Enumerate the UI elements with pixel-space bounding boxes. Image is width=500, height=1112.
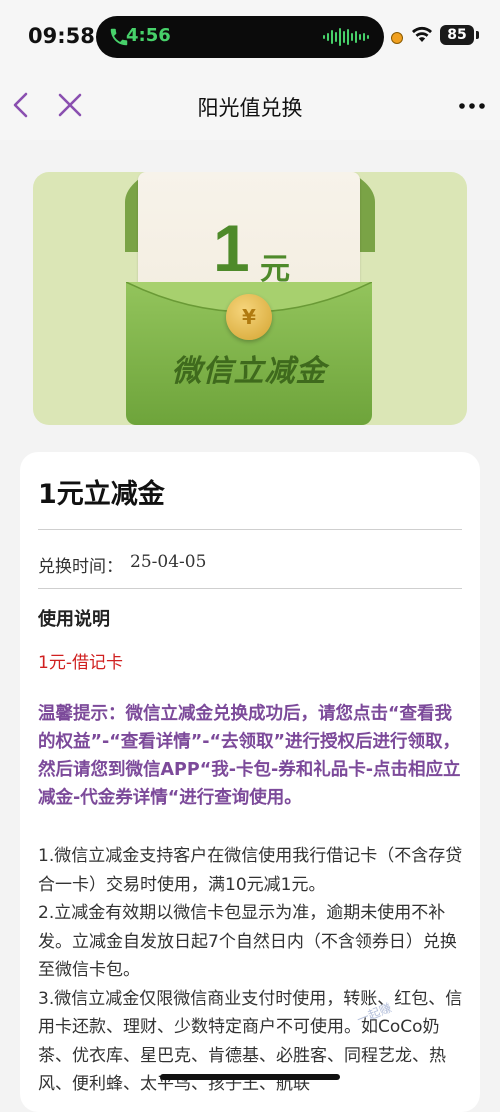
dynamic-island-call[interactable]: 4:56 [96,16,384,58]
page-title: 阳光值兑换 [197,96,303,120]
audio-waveform-icon [323,28,369,46]
battery-tip [476,31,479,39]
wifi-icon [412,26,432,42]
home-indicator[interactable] [160,1074,340,1080]
divider [38,529,462,530]
reward-title: 1元立减金 [38,479,165,510]
usage-heading: 使用说明 [38,609,110,630]
more-options-icon[interactable] [458,102,486,110]
rule-item: 1.微信立减金支持客户在微信使用我行借记卡（不含存贷合一卡）交易时使用，满10元… [38,846,463,895]
reward-banner: 1 元 ¥ 微信立减金 [33,172,467,425]
exchange-time-label: 兑换时间： [38,557,123,577]
card-type-label: 1元-借记卡 [38,653,123,673]
rule-item: 3.微信立减金仅限微信商业支付时使用，转账、红包、信用卡还款、理财、少数特定商户… [38,988,463,1095]
recording-indicator-icon [391,32,403,44]
wechat-discount-label: 微信立减金 [171,354,327,389]
rule-item: 2.立减金有效期以微信卡包显示为准，逾期未使用不补发。立减金自发放日起7个自然日… [38,903,457,980]
coin-icon: ¥ [226,294,272,340]
status-bar: 09:58 4:56 85 [0,0,500,72]
call-timer: 4:56 [126,25,171,46]
divider [38,588,462,589]
rules-list: 1.微信立减金支持客户在微信使用我行借记卡（不含存贷合一卡）交易时使用，满10元… [38,842,470,1099]
battery-icon: 85 [440,25,474,45]
exchange-time-value: 25-04-05 [130,552,207,572]
detail-card: 1元立减金 兑换时间： 25-04-05 使用说明 1元-借记卡 温馨提示：微信… [20,452,480,1112]
banner-area: 1 元 ¥ 微信立减金 [0,140,500,440]
clock: 09:58 [28,24,95,48]
voucher-amount: 1 [213,211,250,285]
tip-text: 温馨提示：微信立减金兑换成功后，请您点击“查看我的权益”-“查看详情”-“去领取… [38,704,461,808]
nav-bar: 阳光值兑换 [0,72,500,140]
